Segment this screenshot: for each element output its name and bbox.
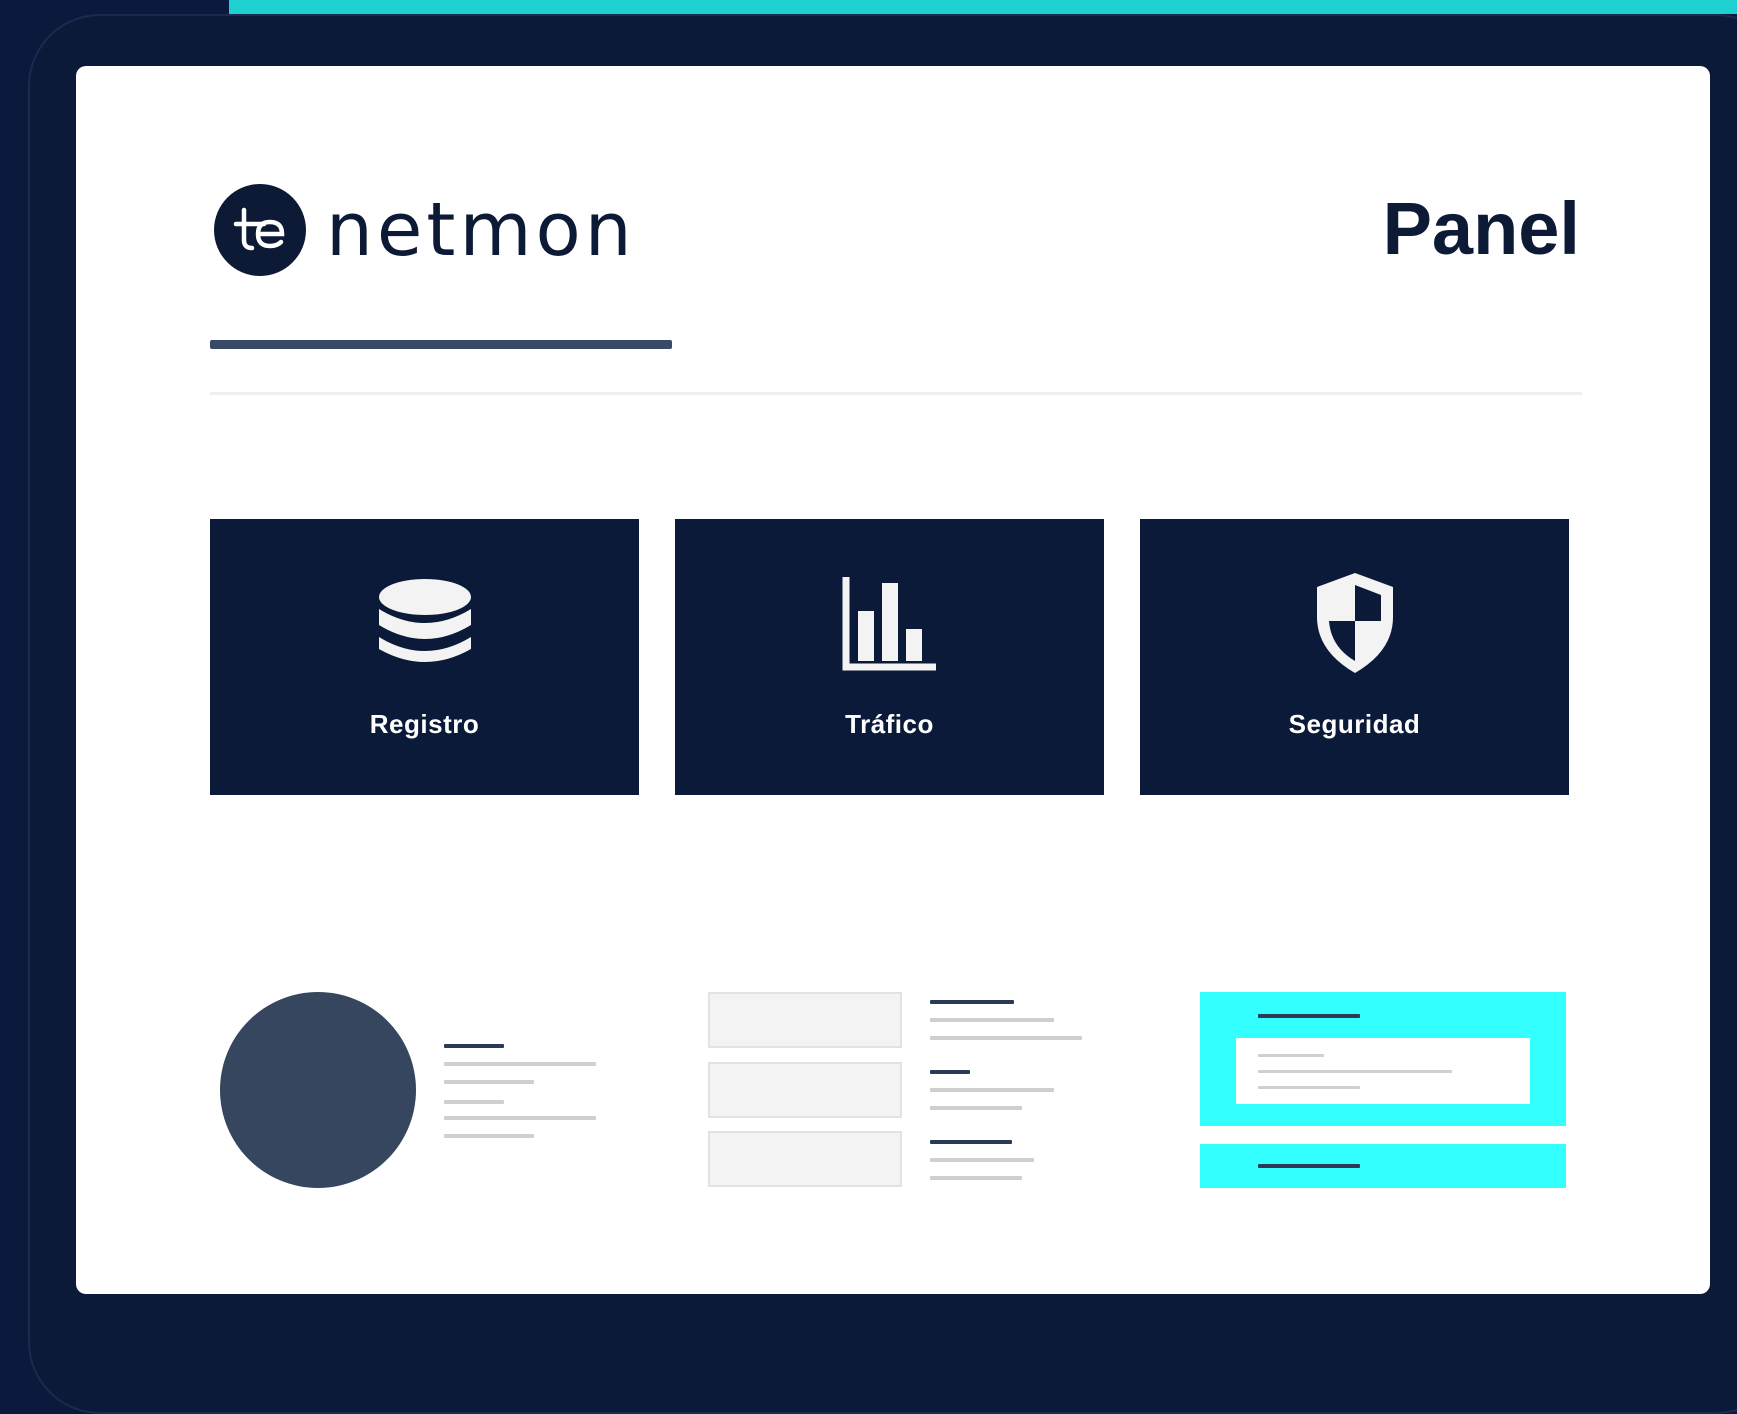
- te-monogram-icon: [233, 207, 285, 251]
- highlight-card: [1200, 992, 1566, 1126]
- tile-trafico[interactable]: Tráfico: [675, 519, 1104, 795]
- text-line-placeholder: [930, 1176, 1022, 1180]
- logo-mark-icon: [214, 184, 306, 276]
- text-line-placeholder: [930, 1106, 1022, 1110]
- text-line-placeholder: [930, 1088, 1054, 1092]
- text-line-placeholder: [930, 1036, 1082, 1040]
- shield-icon: [1313, 573, 1397, 673]
- list-heading-placeholder: [930, 1140, 1012, 1144]
- tile-label: Seguridad: [1288, 709, 1421, 739]
- profile-heading-placeholder: [444, 1044, 504, 1048]
- dashboard-screen: netmon Panel Registro Tráfico Seguridad: [76, 66, 1710, 1294]
- avatar-placeholder: [220, 992, 416, 1188]
- tile-label: Tráfico: [845, 709, 934, 739]
- text-line-placeholder: [444, 1116, 596, 1120]
- card-heading-placeholder: [1258, 1164, 1360, 1168]
- top-accent-strip: [229, 0, 1737, 14]
- card-content-box: [1236, 1038, 1530, 1104]
- thumbnail-placeholder: [708, 992, 902, 1048]
- text-line-placeholder: [1258, 1070, 1452, 1073]
- text-line-placeholder: [1258, 1054, 1324, 1057]
- list-heading-placeholder: [930, 1000, 1014, 1004]
- text-line-placeholder: [930, 1158, 1034, 1162]
- database-icon: [377, 575, 473, 671]
- text-line-placeholder: [444, 1062, 596, 1066]
- text-line-placeholder: [444, 1134, 534, 1138]
- thumbnail-placeholder: [708, 1131, 902, 1187]
- text-line-placeholder: [444, 1080, 534, 1084]
- text-line-placeholder: [930, 1018, 1054, 1022]
- tile-label: Registro: [369, 709, 480, 739]
- text-line-placeholder: [444, 1100, 504, 1104]
- tile-seguridad[interactable]: Seguridad: [1140, 519, 1569, 795]
- brand-logo[interactable]: netmon: [214, 182, 636, 278]
- active-tab-indicator: [210, 340, 672, 349]
- brand-name: netmon: [326, 187, 636, 273]
- bar-chart-icon: [842, 575, 938, 671]
- text-line-placeholder: [1258, 1086, 1360, 1089]
- header-divider: [210, 392, 1582, 395]
- page-title: Panel: [1382, 187, 1580, 270]
- tile-registro[interactable]: Registro: [210, 519, 639, 795]
- list-heading-placeholder: [930, 1070, 970, 1074]
- thumbnail-placeholder: [708, 1062, 902, 1118]
- highlight-card: [1200, 1144, 1566, 1188]
- card-heading-placeholder: [1258, 1014, 1360, 1018]
